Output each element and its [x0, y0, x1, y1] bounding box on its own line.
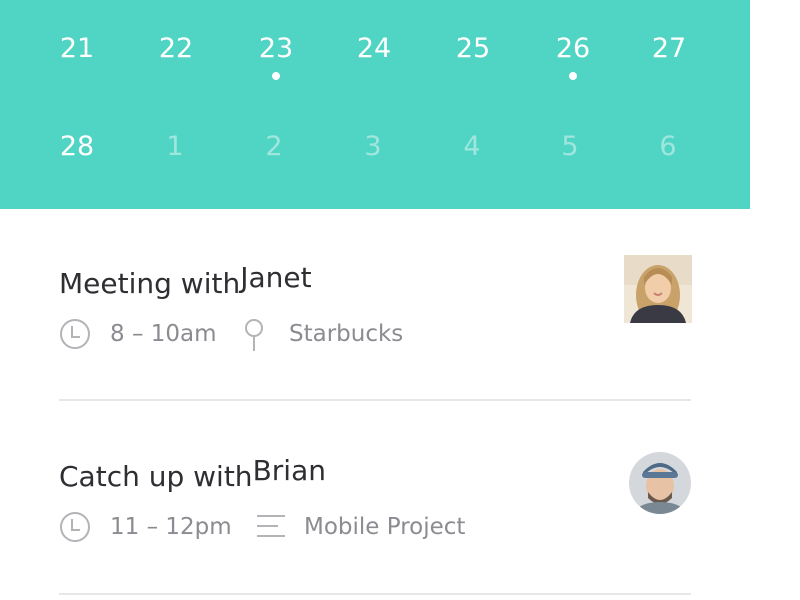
day-number: 3	[364, 131, 382, 162]
event-project: Mobile Project	[304, 514, 466, 540]
day-number: 6	[659, 131, 677, 162]
avatar-photo-brian	[629, 452, 691, 514]
calendar-header: 21 22 23 24 25 26 27 28 1 2 3 4 5 6	[0, 0, 750, 209]
calendar-day[interactable]: 21	[47, 30, 107, 86]
calendar-day[interactable]: 28	[47, 128, 107, 184]
day-number: 23	[258, 33, 294, 64]
day-number: 5	[561, 131, 579, 162]
event-time: 11 – 12pm	[110, 514, 232, 540]
calendar-day[interactable]: 27	[639, 30, 699, 86]
day-number: 22	[158, 33, 194, 64]
calendar-day[interactable]: 25	[443, 30, 503, 86]
list-divider	[59, 399, 691, 401]
clock-icon	[59, 316, 91, 352]
calendar-week-row: 28 1 2 3 4 5 6	[0, 128, 750, 168]
event-indicator-dot	[569, 72, 577, 80]
event-title: Meeting withJanet	[59, 261, 312, 304]
app-screen: 21 22 23 24 25 26 27 28 1 2 3 4 5 6 Meet…	[0, 0, 800, 600]
event-indicator-dot	[272, 72, 280, 80]
day-number: 26	[555, 33, 591, 64]
calendar-day-next-month[interactable]: 5	[540, 128, 600, 184]
avatar	[629, 452, 691, 514]
calendar-day[interactable]: 23	[246, 30, 306, 86]
calendar-day-next-month[interactable]: 4	[442, 128, 502, 184]
day-number: 28	[59, 131, 95, 162]
day-number: 1	[166, 131, 184, 162]
event-time: 8 – 10am	[110, 321, 217, 347]
calendar-week-row: 21 22 23 24 25 26 27	[0, 30, 750, 80]
clock-icon	[59, 509, 91, 545]
day-number: 4	[463, 131, 481, 162]
calendar-day-next-month[interactable]: 6	[638, 128, 698, 184]
avatar	[624, 255, 692, 323]
event-title-name: Brian	[252, 454, 326, 487]
event-title-prefix: Catch up with	[59, 460, 253, 493]
location-pin-icon	[242, 316, 266, 352]
calendar-day-next-month[interactable]: 3	[343, 128, 403, 184]
day-number: 25	[455, 33, 491, 64]
calendar-day[interactable]: 22	[146, 30, 206, 86]
calendar-day-next-month[interactable]: 2	[244, 128, 304, 184]
day-number: 27	[651, 33, 687, 64]
calendar-day[interactable]: 26	[543, 30, 603, 86]
calendar-day[interactable]: 24	[344, 30, 404, 86]
event-title: Catch up withBrian	[59, 454, 326, 497]
day-number: 2	[265, 131, 283, 162]
event-location: Starbucks	[289, 321, 404, 347]
list-divider	[59, 593, 691, 595]
event-title-prefix: Meeting with	[59, 267, 241, 300]
day-number: 21	[59, 33, 95, 64]
day-number: 24	[356, 33, 392, 64]
avatar-photo-janet	[624, 255, 692, 323]
notes-icon	[256, 509, 286, 545]
event-item[interactable]: Catch up withBrian 11 – 12pm Mobile Proj…	[59, 443, 691, 595]
event-title-name: Janet	[240, 261, 312, 294]
calendar-day-next-month[interactable]: 1	[145, 128, 205, 184]
event-item[interactable]: Meeting withJanet 8 – 10am Starbucks	[59, 250, 692, 401]
